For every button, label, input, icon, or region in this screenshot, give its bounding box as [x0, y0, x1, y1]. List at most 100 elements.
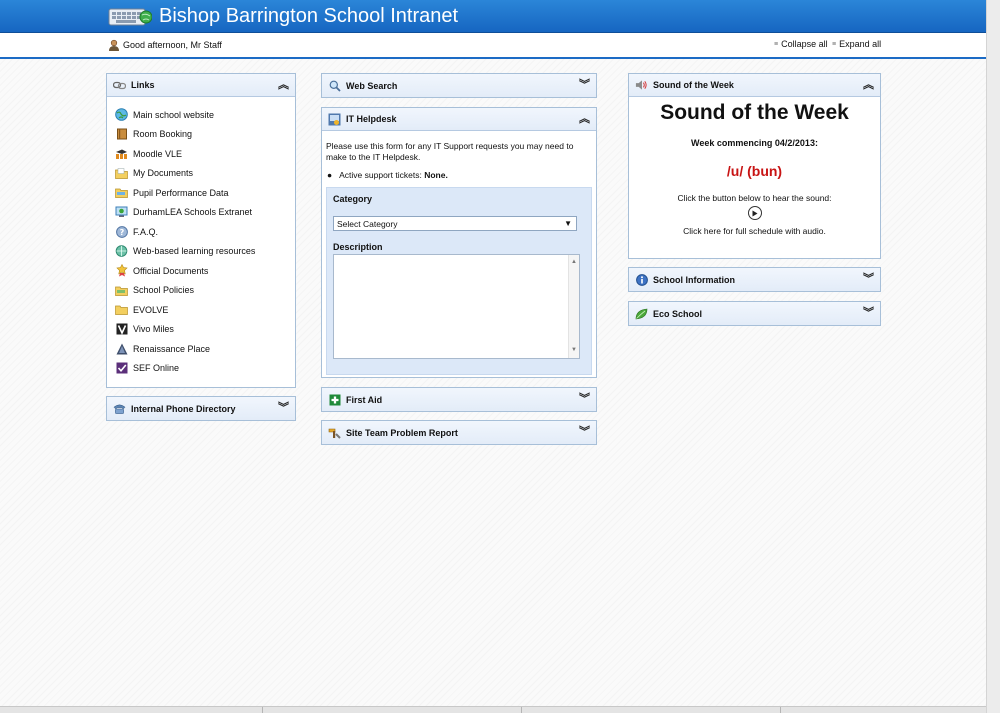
scroll-down-icon[interactable]: ▼ — [571, 345, 577, 356]
first-aid-header[interactable]: First Aid ︾ — [322, 388, 596, 411]
link-faq[interactable]: ? F.A.Q. — [115, 222, 295, 242]
link-label: Pupil Performance Data — [133, 187, 229, 198]
link-label: School Policies — [133, 285, 195, 296]
helpdesk-intro: Please use this form for any IT Support … — [326, 141, 574, 162]
link-my-documents[interactable]: My Documents — [115, 164, 295, 184]
it-helpdesk-title: IT Helpdesk — [346, 114, 397, 124]
folder-documents-icon — [115, 167, 128, 180]
link-label: Official Documents — [133, 265, 209, 276]
help-icon: ? — [115, 225, 128, 238]
link-label: Web-based learning resources — [133, 246, 256, 257]
link-label: EVOLVE — [133, 304, 169, 315]
network-icon — [115, 206, 128, 219]
link-moodle-vle[interactable]: Moodle VLE — [115, 144, 295, 164]
sound-heading: Sound of the Week — [660, 101, 849, 124]
description-textarea[interactable]: ▲ ▼ — [333, 254, 580, 359]
link-sef-online[interactable]: SEF Online — [115, 359, 295, 379]
web-search-header[interactable]: Web Search ︾ — [322, 74, 596, 97]
play-icon — [752, 210, 758, 216]
info-icon — [635, 273, 648, 286]
it-helpdesk-header[interactable]: IT Helpdesk ︽ — [322, 108, 596, 131]
sound-of-the-week-body: Sound of the Week Week commencing 04/2/2… — [629, 101, 880, 236]
expand-chevron-icon[interactable]: ︾ — [863, 273, 874, 285]
link-room-booking[interactable]: Room Booking — [115, 125, 295, 145]
sound-of-the-week-header[interactable]: Sound of the Week ︽ — [629, 74, 880, 97]
play-sound-button[interactable] — [747, 206, 762, 220]
description-label: Description — [333, 242, 383, 252]
vertical-scrollbar[interactable] — [986, 0, 1000, 713]
link-evolve[interactable]: EVOLVE — [115, 300, 295, 320]
expand-chevron-icon[interactable]: ︾ — [278, 402, 289, 414]
chain-link-icon — [113, 79, 126, 92]
link-vivo-miles[interactable]: Vivo Miles — [115, 320, 295, 340]
helpdesk-icon — [328, 113, 341, 126]
phone-directory-title: Internal Phone Directory — [131, 403, 236, 414]
category-select[interactable]: Select Category ▼ — [333, 216, 577, 231]
link-main-school-website[interactable]: Main school website — [115, 105, 295, 125]
folder-icon — [115, 186, 128, 199]
phone-icon — [113, 402, 126, 415]
link-official-documents[interactable]: Official Documents — [115, 261, 295, 281]
link-label: SEF Online — [133, 363, 180, 374]
link-durhamlea-schools-extranet[interactable]: DurhamLEA Schools Extranet — [115, 203, 295, 223]
week-commencing: Week commencing 04/2/2013: — [691, 138, 818, 148]
book-icon — [115, 128, 128, 141]
school-information-header[interactable]: School Information ︾ — [629, 268, 880, 291]
category-label: Category — [333, 194, 373, 204]
school-information-title: School Information — [653, 274, 735, 285]
status-bar — [0, 706, 986, 713]
collapse-chevron-icon[interactable]: ︽ — [579, 113, 590, 125]
leaf-icon — [635, 307, 648, 320]
collapse-chevron-icon[interactable]: ︽ — [278, 79, 289, 91]
first-aid-title: First Aid — [346, 394, 383, 405]
link-label: Moodle VLE — [133, 148, 183, 159]
links-list: Main school website Room Booking Moodle … — [107, 97, 295, 378]
scroll-up-icon[interactable]: ▲ — [571, 257, 577, 268]
link-label: Main school website — [133, 109, 215, 120]
status-divider — [521, 707, 522, 713]
first-aid-panel: First Aid ︾ — [321, 387, 597, 412]
link-label: Renaissance Place — [133, 343, 211, 354]
link-label: F.A.Q. — [133, 226, 159, 237]
tools-icon — [328, 426, 341, 439]
active-tickets-label: Active support tickets: — [339, 170, 422, 180]
web-search-title: Web Search — [346, 80, 398, 91]
link-renaissance-place[interactable]: Renaissance Place — [115, 339, 295, 359]
link-school-policies[interactable]: School Policies — [115, 281, 295, 301]
web-search-panel: Web Search ︾ — [321, 73, 597, 98]
site-team-panel: Site Team Problem Report ︾ — [321, 420, 597, 445]
site-team-header[interactable]: Site Team Problem Report ︾ — [322, 421, 596, 444]
link-web-based-learning-resources[interactable]: Web-based learning resources — [115, 242, 295, 262]
greeting: Good afternoon, Mr Staff — [108, 39, 222, 51]
status-divider — [262, 707, 263, 713]
sound-of-the-week-title: Sound of the Week — [653, 80, 734, 90]
phone-directory-header[interactable]: Internal Phone Directory ︾ — [107, 397, 295, 420]
category-select-value: Select Category — [337, 219, 398, 229]
expand-chevron-icon[interactable]: ︾ — [579, 393, 590, 405]
expand-chevron-icon[interactable]: ︾ — [579, 426, 590, 438]
collapse-all-button[interactable]: ≡ Collapse all — [774, 39, 828, 49]
links-panel: Links ︽ Main school website Room Booking… — [106, 73, 296, 388]
active-tickets-line: ● Active support tickets: None. — [326, 170, 592, 181]
moodle-icon — [115, 147, 128, 160]
sound-text: /u/ (bun) — [726, 163, 783, 179]
phone-directory-panel: Internal Phone Directory ︾ — [106, 396, 296, 421]
vivo-icon — [115, 323, 128, 336]
expand-all-label: Expand all — [839, 39, 882, 49]
expand-icon: ≡ — [832, 40, 837, 48]
full-schedule-link[interactable]: Click here for full schedule with audio. — [629, 226, 880, 236]
greeting-text: Good afternoon, Mr Staff — [123, 40, 222, 50]
links-panel-header[interactable]: Links ︽ — [107, 74, 295, 97]
keyboard-globe-icon[interactable] — [108, 6, 152, 28]
expand-chevron-icon[interactable]: ︾ — [863, 307, 874, 319]
it-helpdesk-body: Please use this form for any IT Support … — [322, 131, 596, 375]
expand-all-button[interactable]: ≡ Expand all — [832, 39, 881, 49]
expand-chevron-icon[interactable]: ︾ — [579, 79, 590, 91]
textarea-scrollbar[interactable]: ▲ ▼ — [568, 255, 579, 358]
link-pupil-performance-data[interactable]: Pupil Performance Data — [115, 183, 295, 203]
renaissance-icon — [115, 342, 128, 355]
eco-school-header[interactable]: Eco School ︾ — [629, 302, 880, 325]
link-label: Room Booking — [133, 129, 193, 140]
sound-instruction: Click the button below to hear the sound… — [677, 193, 832, 203]
collapse-chevron-icon[interactable]: ︽ — [863, 79, 874, 91]
